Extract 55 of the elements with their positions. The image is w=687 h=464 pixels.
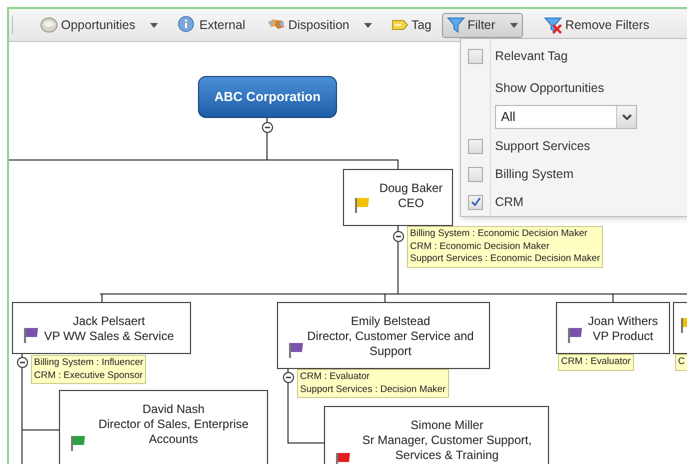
role-text: Support Services : Economic Decision Maker <box>410 253 600 266</box>
toolbar-button[interactable]: Opportunities <box>35 12 164 38</box>
person-card[interactable]: Doug Baker CEO <box>343 169 453 226</box>
toolbar-button[interactable]: Remove Filters <box>539 12 654 38</box>
option-label: Show Opportunities <box>495 80 606 97</box>
check-icon <box>470 197 480 208</box>
info-icon <box>178 16 196 34</box>
checkbox[interactable] <box>468 166 483 182</box>
role-text: CRM : Evaluator <box>561 356 631 368</box>
person-name: Emily Belstead <box>350 314 432 329</box>
job-title: Sr Manager, Customer Support, Services & Training <box>361 433 533 463</box>
remove-filter-icon <box>544 16 562 34</box>
person-card[interactable]: Jack Pelsaert VP WW Sales & Service <box>12 302 191 354</box>
collapse-toggle[interactable] <box>262 122 272 132</box>
person-card[interactable]: Joan Withers VP Product <box>556 302 670 354</box>
filter-icon <box>446 16 465 34</box>
option-label: Billing System <box>495 166 574 183</box>
role-text: Billing System : Economic Decision Maker <box>410 228 588 240</box>
toolbar-button[interactable]: Filter <box>442 12 524 38</box>
job-title: VP Product <box>592 329 654 344</box>
disc-icon <box>40 16 58 34</box>
collapse-toggle[interactable] <box>392 230 404 242</box>
toolbar-button[interactable]: External <box>173 12 250 38</box>
role-text: Billing System : Influencer <box>34 357 144 370</box>
job-title: VP WW Sales & Service <box>43 329 175 344</box>
checkbox[interactable] <box>468 138 483 154</box>
person-card[interactable]: Emily Belstead Director, Customer Service and Support <box>277 302 490 369</box>
toolbar-button[interactable]: Disposition <box>262 12 378 38</box>
person-name: Doug Baker <box>378 181 444 196</box>
person-name: David Nash <box>141 402 206 417</box>
person-name: Jack Pelsaert <box>72 314 146 329</box>
role-text: CRM : Economic Decision Maker <box>410 240 550 253</box>
job-title: Director of Sales, Enterprise Accounts <box>97 417 250 447</box>
tag-icon <box>392 20 408 30</box>
company-node[interactable]: ABC Corporation <box>198 76 337 118</box>
person-card[interactable]: Simone Miller Sr Manager, Customer Support, Services & Training <box>324 406 549 464</box>
job-title: CEO <box>396 196 425 211</box>
collapse-toggle[interactable] <box>282 372 294 382</box>
role-text: CRM : Executive Sponsor <box>34 370 144 382</box>
chevron-icon <box>622 114 632 120</box>
checkbox[interactable] <box>468 194 483 210</box>
role-text: C <box>678 356 685 368</box>
option-label: Relevant Tag <box>495 48 568 65</box>
job-title: Director, Customer Service and Support <box>306 329 475 359</box>
option-label: Support Services <box>495 138 590 155</box>
person-card[interactable]: David Nash Director of Sales, Enterprise Accounts <box>59 390 268 464</box>
person-name: Simone Miller <box>410 418 484 433</box>
checkbox[interactable] <box>468 48 483 64</box>
collapse-toggle[interactable] <box>16 356 28 368</box>
role-text: CRM : Evaluator <box>300 371 371 384</box>
toolbar-button[interactable]: Tag <box>387 12 437 38</box>
person-name: Joan Withers <box>586 314 660 329</box>
role-text: Support Services : Decision Maker <box>300 384 446 396</box>
option-label: CRM <box>495 194 524 211</box>
opportunities-select[interactable]: All <box>495 104 637 129</box>
